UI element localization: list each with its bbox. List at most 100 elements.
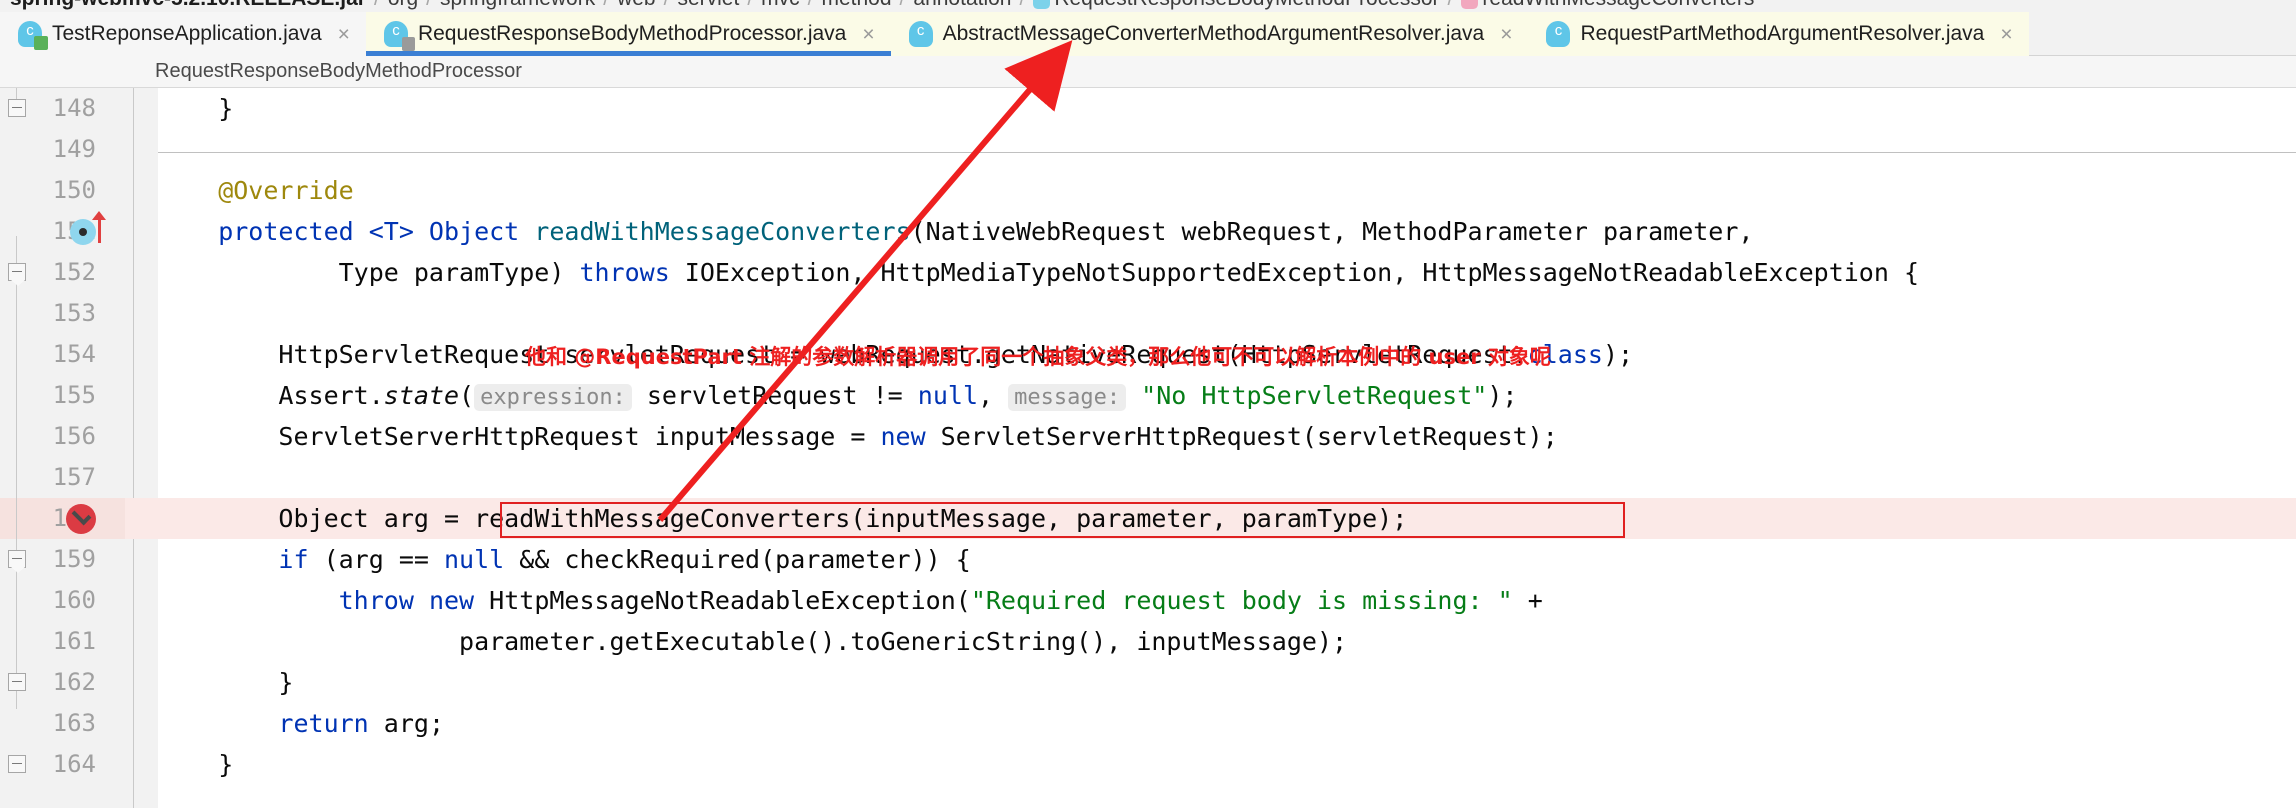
breadcrumb-item-annotation[interactable]: annotation xyxy=(907,0,1017,11)
breadcrumb-separator: / xyxy=(1446,0,1456,11)
line-number: 161 xyxy=(52,627,96,655)
code-token-plain: ); xyxy=(1487,381,1518,410)
code-token-plain: (arg == xyxy=(308,545,444,574)
fold-marker-icon[interactable] xyxy=(8,263,26,286)
breadcrumb-separator: / xyxy=(1017,0,1027,11)
code-line-161[interactable]: parameter.getExecutable().toGenericStrin… xyxy=(158,621,1347,662)
breadcrumb-item-servlet[interactable]: servlet xyxy=(671,0,745,11)
code-token-plain: ); xyxy=(1602,340,1634,369)
code-token-plain: ServletServerHttpRequest inputMessage = xyxy=(158,422,881,451)
parameter-hint-expression[interactable]: expression: xyxy=(474,384,632,411)
tab-test-reponse-application[interactable]: TestReponseApplication.java × xyxy=(0,12,366,56)
line-number: 154 xyxy=(52,340,96,368)
code-line-158[interactable]: Object arg = readWithMessageConverters(i… xyxy=(158,498,1407,539)
line-number: 163 xyxy=(52,709,96,737)
breadcrumb-separator: / xyxy=(898,0,908,11)
code-line-164[interactable]: } xyxy=(158,744,233,785)
fold-marker-icon[interactable] xyxy=(8,755,26,773)
breadcrumb-item-web[interactable]: web xyxy=(611,0,662,11)
breadcrumb-item-class[interactable]: RequestResponseBodyMethodProcessor xyxy=(1027,0,1445,11)
code-token-method: readWithMessageConverters xyxy=(534,217,911,246)
tab-label: TestReponseApplication.java xyxy=(52,22,322,45)
file-structure-breadcrumb[interactable]: RequestResponseBodyMethodProcessor xyxy=(0,56,2296,88)
method-icon xyxy=(1461,0,1479,9)
code-token-string: "Required request body is missing: " xyxy=(970,586,1513,615)
code-token-plain: servletRequest != xyxy=(631,381,918,410)
code-token-keyword: throw xyxy=(338,586,414,615)
breadcrumb-item-springframework[interactable]: springframework xyxy=(434,0,601,11)
breakpoint-icon[interactable] xyxy=(66,504,96,534)
override-marker-icon[interactable] xyxy=(70,219,96,245)
line-number: 157 xyxy=(52,463,96,491)
code-line-162[interactable]: } xyxy=(158,662,293,703)
code-line-151[interactable]: protected <T> Object readWithMessageConv… xyxy=(158,211,1753,252)
code-token-plain: ServletServerHttpRequest(servletRequest)… xyxy=(925,422,1558,451)
tab-label: RequestPartMethodArgumentResolver.java xyxy=(1580,22,1985,45)
breadcrumb-separator: / xyxy=(424,0,434,11)
line-number: 155 xyxy=(52,381,96,409)
java-class-icon xyxy=(1546,21,1571,47)
code-token-plain: Object arg = xyxy=(158,504,475,533)
java-class-icon xyxy=(908,21,933,47)
breadcrumb-item-method-symbol[interactable]: readWithMessageConverters xyxy=(1455,0,1760,11)
code-token-throws-list: IOException, HttpMediaTypeNotSupportedEx… xyxy=(669,258,1920,287)
code-line-148[interactable]: } xyxy=(158,88,233,129)
tab-label: AbstractMessageConverterMethodArgumentRe… xyxy=(942,22,1485,45)
code-token-params: (NativeWebRequest webRequest, MethodPara… xyxy=(910,217,1754,246)
ide-window: spring-webmvc-5.2.10.RELEASE.jar / org /… xyxy=(0,0,2296,808)
breadcrumb-item-method[interactable]: method xyxy=(816,0,898,11)
breadcrumb-class-label: RequestResponseBodyMethodProcessor xyxy=(1054,0,1439,10)
code-line-163[interactable]: return arg; xyxy=(158,703,444,744)
line-number: 156 xyxy=(52,422,96,450)
code-token-plain: + xyxy=(1512,586,1543,615)
tab-abstract-message-converter-method-argument-resolver[interactable]: AbstractMessageConverterMethodArgumentRe… xyxy=(890,12,1529,56)
code-line-152[interactable]: Type paramType) throws IOException, Http… xyxy=(158,252,1919,293)
parameter-hint-message[interactable]: message: xyxy=(1008,384,1127,411)
breadcrumb-separator: / xyxy=(806,0,816,11)
breadcrumb-separator: / xyxy=(745,0,755,11)
tab-request-response-body-method-processor[interactable]: RequestResponseBodyMethodProcessor.java … xyxy=(365,12,891,56)
close-icon[interactable]: × xyxy=(2000,24,2012,45)
java-class-icon xyxy=(18,21,48,50)
code-editor[interactable]: 148 149 150 151 152 153 154 155 156 xyxy=(0,88,2296,808)
fold-marker-icon[interactable] xyxy=(8,99,26,117)
fold-marker-icon[interactable] xyxy=(8,673,26,691)
fold-marker-icon[interactable] xyxy=(8,550,26,573)
line-number: 153 xyxy=(52,299,96,327)
code-token-plain: , xyxy=(978,381,1009,410)
close-icon[interactable]: × xyxy=(1500,24,1512,45)
code-token-plain: HttpMessageNotReadableException( xyxy=(474,586,971,615)
class-icon xyxy=(1033,0,1051,9)
breadcrumb-item-jar[interactable]: spring-webmvc-5.2.10.RELEASE.jar xyxy=(4,0,372,11)
annotation-chinese-note: 他和 @RequestPart 注解的参数解析器调用了同一个抽象父类，那么他可不… xyxy=(525,345,1551,369)
code-line-159[interactable]: if (arg == null && checkRequired(paramet… xyxy=(158,539,971,580)
code-token-plain: && checkRequired(parameter)) { xyxy=(504,545,971,574)
code-token-plain: Type paramType) xyxy=(158,258,580,287)
implementing-method-arrow-icon[interactable] xyxy=(92,211,106,243)
lock-badge-icon xyxy=(401,37,415,51)
editor-tab-bar: TestReponseApplication.java × RequestRes… xyxy=(0,12,2296,56)
code-line-160[interactable]: throw new HttpMessageNotReadableExceptio… xyxy=(158,580,1543,621)
breadcrumb-current-class: RequestResponseBodyMethodProcessor xyxy=(155,60,522,82)
code-token-plain: Assert. xyxy=(158,381,384,410)
tab-request-part-method-argument-resolver[interactable]: RequestPartMethodArgumentResolver.java × xyxy=(1528,12,2029,56)
breadcrumb-item-org[interactable]: org xyxy=(382,0,424,11)
tab-label: RequestResponseBodyMethodProcessor.java xyxy=(417,22,847,45)
breadcrumb-top[interactable]: spring-webmvc-5.2.10.RELEASE.jar / org /… xyxy=(0,0,2296,12)
code-line-156[interactable]: ServletServerHttpRequest inputMessage = … xyxy=(158,416,1558,457)
close-icon[interactable]: × xyxy=(338,24,350,45)
code-token-keyword: return xyxy=(278,709,369,738)
code-token-string: "No HttpServletRequest" xyxy=(1141,381,1488,410)
code-line-150[interactable]: @Override xyxy=(158,170,353,211)
breadcrumb-item-mvc[interactable]: mvc xyxy=(755,0,806,11)
close-icon[interactable]: × xyxy=(862,24,874,45)
code-token-plain: ( xyxy=(459,381,475,410)
line-number: 160 xyxy=(52,586,96,614)
breadcrumb-separator: / xyxy=(601,0,611,11)
code-line-155[interactable]: Assert.state(expression: servletRequest … xyxy=(158,375,1517,418)
breadcrumb-method-label: readWithMessageConverters xyxy=(1482,0,1754,10)
code-token-keyword: null xyxy=(444,545,505,574)
